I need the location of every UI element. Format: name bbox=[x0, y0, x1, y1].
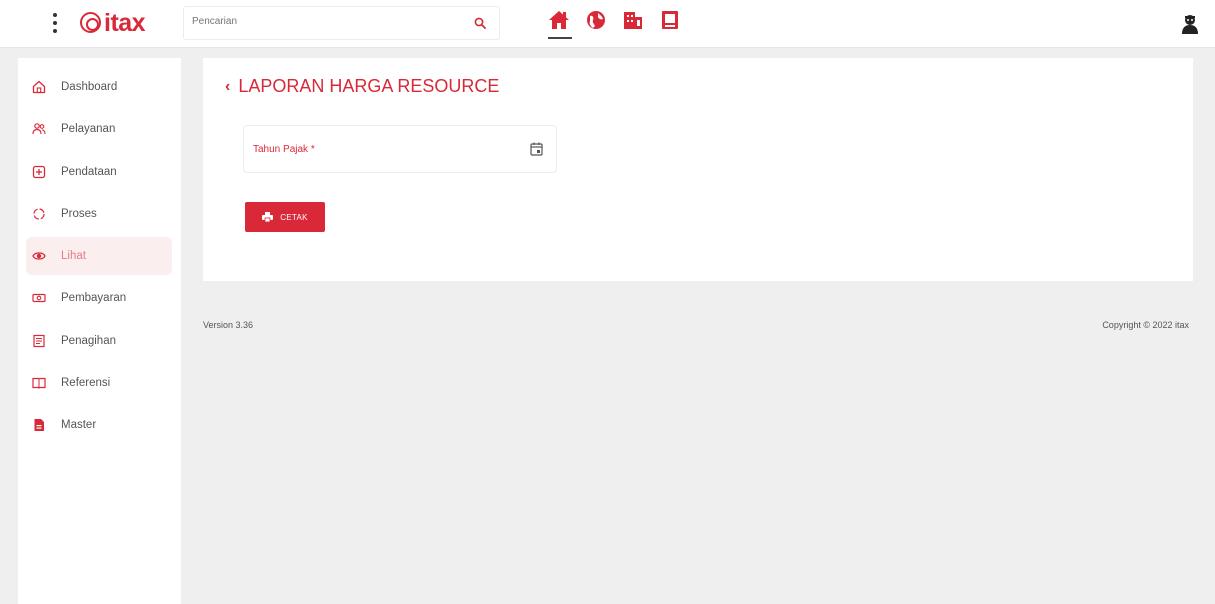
logo-text: itax bbox=[104, 9, 146, 37]
menu-dots-icon[interactable] bbox=[52, 13, 58, 35]
document-icon[interactable] bbox=[659, 9, 681, 33]
spinner-icon bbox=[33, 208, 45, 220]
sidebar-item-label: Penagihan bbox=[61, 335, 116, 347]
sidebar-item-label: Dashboard bbox=[61, 81, 118, 93]
sidebar-item-master[interactable]: Master bbox=[26, 406, 172, 444]
globe-icon[interactable] bbox=[585, 9, 607, 33]
user-icon[interactable] bbox=[1180, 13, 1200, 35]
building-icon[interactable] bbox=[622, 9, 644, 33]
print-button-label: CETAK bbox=[280, 212, 308, 222]
money-icon bbox=[32, 293, 46, 303]
sidebar-item-pendataan[interactable]: Pendataan bbox=[26, 153, 172, 191]
sidebar-item-label: Proses bbox=[61, 208, 97, 220]
sidebar-item-lihat[interactable]: Lihat bbox=[26, 237, 172, 275]
chevron-left-icon: ‹ bbox=[225, 77, 231, 95]
sidebar-item-label: Pembayaran bbox=[61, 292, 127, 304]
top-bar: itax bbox=[0, 0, 1215, 48]
sidebar-item-label: Pelayanan bbox=[61, 123, 116, 135]
plus-box-icon bbox=[32, 165, 46, 179]
tahun-pajak-label: Tahun Pajak * bbox=[253, 144, 315, 155]
version-text: Version 3.36 bbox=[203, 320, 254, 330]
search-input[interactable] bbox=[192, 16, 452, 27]
bill-icon bbox=[33, 334, 45, 348]
printer-icon bbox=[262, 212, 274, 222]
page-title: LAPORAN HARGA RESOURCE bbox=[238, 76, 500, 96]
page-title-back-link[interactable]: ‹ LAPORAN HARGA RESOURCE bbox=[225, 76, 499, 97]
sidebar-item-label: Lihat bbox=[61, 250, 86, 262]
print-button[interactable]: CETAK bbox=[245, 202, 325, 232]
sidebar-item-dashboard[interactable]: Dashboard bbox=[26, 68, 172, 106]
sidebar-item-referensi[interactable]: Referensi bbox=[26, 364, 172, 402]
sidebar-item-pembayaran[interactable]: Pembayaran bbox=[26, 279, 172, 317]
sidebar-item-pelayanan[interactable]: Pelayanan bbox=[26, 110, 172, 148]
eye-icon bbox=[32, 252, 46, 260]
tahun-pajak-field[interactable]: Tahun Pajak * bbox=[243, 125, 557, 173]
sidebar-item-label: Pendataan bbox=[61, 166, 117, 178]
file-icon bbox=[34, 419, 44, 431]
search-icon[interactable] bbox=[473, 16, 487, 30]
users-icon bbox=[32, 123, 46, 135]
book-icon bbox=[32, 377, 46, 389]
logo[interactable]: itax bbox=[80, 9, 146, 38]
search-box bbox=[183, 6, 500, 40]
logo-mark-icon bbox=[80, 12, 101, 33]
sidebar: Dashboard Pelayanan Pendataan Proses Lih… bbox=[18, 58, 181, 604]
sidebar-item-penagihan[interactable]: Penagihan bbox=[26, 322, 172, 360]
copyright-text: Copyright © 2022 itax bbox=[1102, 320, 1189, 330]
calendar-icon[interactable] bbox=[530, 142, 543, 156]
sidebar-item-label: Referensi bbox=[61, 377, 111, 389]
sidebar-item-proses[interactable]: Proses bbox=[26, 195, 172, 233]
top-nav bbox=[548, 9, 681, 39]
home-outline-icon bbox=[32, 80, 46, 94]
home-icon[interactable] bbox=[548, 9, 572, 39]
sidebar-item-label: Master bbox=[61, 419, 97, 431]
